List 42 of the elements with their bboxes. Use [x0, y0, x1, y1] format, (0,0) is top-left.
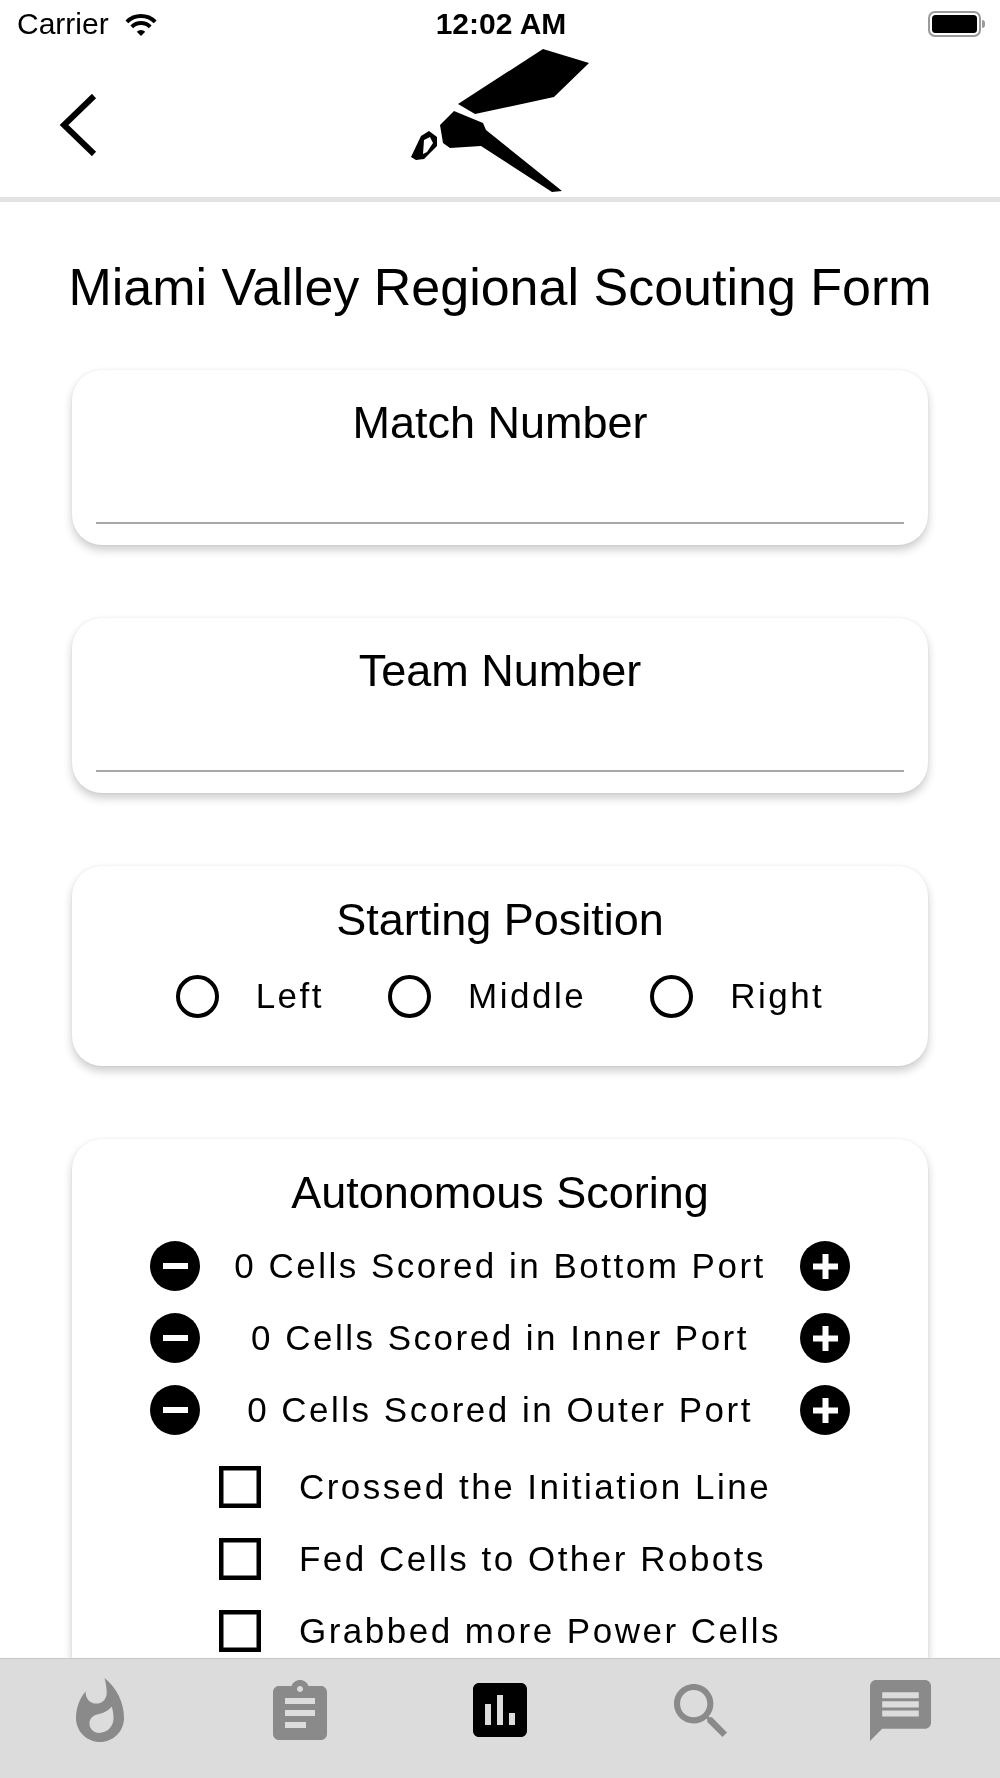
- card-title: Team Number: [357, 645, 643, 697]
- wifi-icon: [124, 12, 157, 36]
- radio-label: Right: [730, 975, 825, 1017]
- flame-icon: [76, 1678, 124, 1742]
- checkbox-label: Crossed the Initiation Line: [298, 1466, 772, 1508]
- counter-label: 0 Cells Scored in Outer Port: [247, 1389, 753, 1431]
- decrement-button[interactable]: [150, 1385, 200, 1435]
- card-title: Starting Position: [335, 894, 665, 946]
- chevron-left-icon: [59, 94, 97, 156]
- plus-icon: [812, 1325, 838, 1351]
- minus-icon: [162, 1263, 188, 1269]
- checkbox[interactable]: [218, 1610, 261, 1652]
- radio-button[interactable]: [388, 974, 432, 1018]
- card-title: Match Number: [351, 397, 649, 449]
- radio-label: Left: [255, 975, 325, 1017]
- carrier-name: Carrier: [17, 7, 109, 41]
- plus-icon: [812, 1253, 838, 1279]
- checkbox-label: Grabbed more Power Cells: [298, 1610, 782, 1652]
- search-icon: [673, 1683, 727, 1737]
- decrement-button[interactable]: [150, 1241, 200, 1291]
- radio-button[interactable]: [175, 974, 219, 1018]
- clipboard-icon: [273, 1680, 327, 1740]
- counter-label: 0 Cells Scored in Inner Port: [251, 1317, 749, 1359]
- card-title: Autonomous Scoring: [290, 1167, 710, 1219]
- increment-button[interactable]: [800, 1241, 850, 1291]
- increment-button[interactable]: [800, 1313, 850, 1363]
- form-title: Miami Valley Regional Scouting Form: [68, 257, 932, 317]
- radio-button[interactable]: [650, 974, 694, 1018]
- battery-icon: [928, 11, 985, 37]
- counter-label: 0 Cells Scored in Bottom Port: [234, 1245, 766, 1287]
- decrement-button[interactable]: [150, 1313, 200, 1363]
- checkbox[interactable]: [218, 1466, 261, 1508]
- minus-icon: [162, 1335, 188, 1341]
- minus-icon: [162, 1407, 188, 1413]
- radio-label: Middle: [468, 975, 587, 1017]
- status-time: 12:02 AM: [435, 7, 567, 41]
- bar-chart-icon: [473, 1683, 527, 1737]
- checkbox-label: Fed Cells to Other Robots: [298, 1538, 767, 1580]
- chat-icon: [869, 1679, 931, 1741]
- plus-icon: [812, 1397, 838, 1423]
- checkbox[interactable]: [218, 1538, 261, 1580]
- increment-button[interactable]: [800, 1385, 850, 1435]
